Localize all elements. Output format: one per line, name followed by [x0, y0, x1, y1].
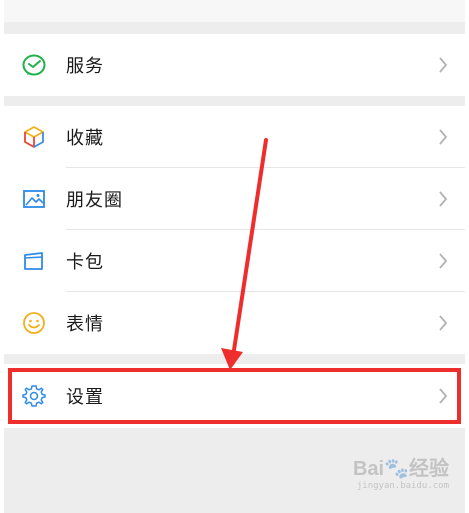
baidu-watermark: Bai🐾经验 jingyan.baidu.com — [352, 458, 449, 491]
annotation-arrow — [221, 138, 268, 370]
paw-icon: 🐾 — [384, 458, 409, 480]
settings-menu-screen: 服务 收藏 朋友圈 卡包 表情 设置 Bai🐾经验 jingyan.baidu.… — [0, 0, 469, 513]
